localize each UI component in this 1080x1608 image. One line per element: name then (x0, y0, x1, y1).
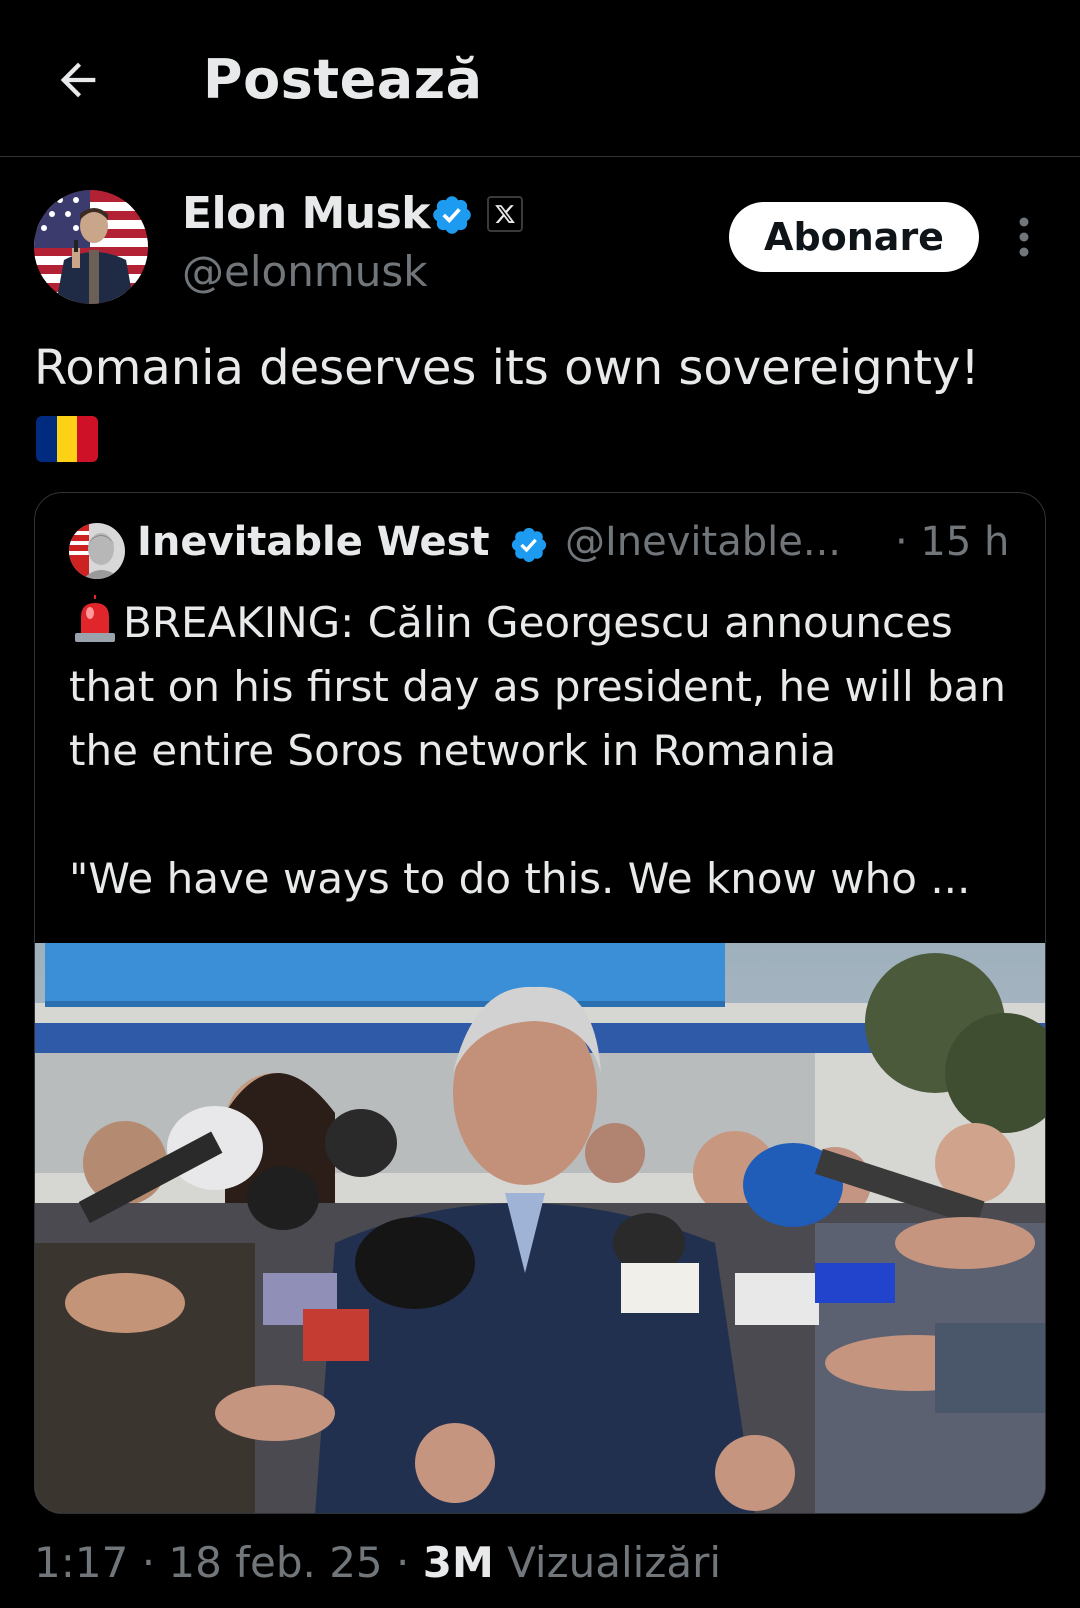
top-header: Postează (0, 0, 1080, 157)
quoted-post-time: · 15 h (895, 519, 1010, 565)
author-name[interactable]: Elon Musk (182, 188, 431, 239)
quoted-post-headline: BREAKING: Călin Georgescu announces that… (69, 591, 1029, 783)
post-text: Romania deserves its own sovereignty! (34, 340, 980, 396)
subscribe-button[interactable]: Abonare (729, 202, 979, 272)
meta-separator: · (141, 1538, 156, 1587)
police-siren-icon (75, 595, 115, 642)
arrow-left-icon (60, 62, 96, 98)
quoted-post-text: BREAKING: Călin Georgescu announces that… (69, 591, 1029, 911)
verified-badge-icon (433, 196, 471, 234)
quoted-post-photo[interactable] (35, 943, 1045, 1513)
quoted-post-snippet: "We have ways to do this. We know who ..… (69, 854, 971, 903)
meta-separator: · (396, 1538, 410, 1587)
post-meta: 1:17 · 18 feb. 25 · 3M Vizualizări (34, 1538, 721, 1587)
quoted-author-handle: @Inevitable... (565, 519, 841, 565)
romania-flag-icon (36, 416, 98, 462)
author-avatar[interactable] (34, 190, 148, 304)
quoted-author-avatar (69, 523, 125, 579)
quoted-post-headline-text: BREAKING: Călin Georgescu announces that… (69, 598, 1007, 775)
page-title: Postează (203, 48, 483, 111)
post-date: 18 feb. 25 (168, 1538, 383, 1587)
post-time: 1:17 (34, 1538, 129, 1587)
quoted-post-card[interactable]: Inevitable West @Inevitable... · 15 h BR… (34, 492, 1046, 1514)
views-count[interactable]: 3M (423, 1538, 494, 1587)
views-label[interactable]: Vizualizări (507, 1538, 721, 1587)
x-affiliate-badge-icon[interactable] (487, 196, 523, 232)
back-button[interactable] (48, 50, 108, 110)
verified-badge-icon (511, 527, 547, 563)
author-handle[interactable]: @elonmusk (182, 247, 428, 296)
quoted-author-name: Inevitable West (137, 519, 490, 565)
more-options-button[interactable] (1006, 212, 1042, 262)
more-vertical-icon (1019, 217, 1029, 257)
